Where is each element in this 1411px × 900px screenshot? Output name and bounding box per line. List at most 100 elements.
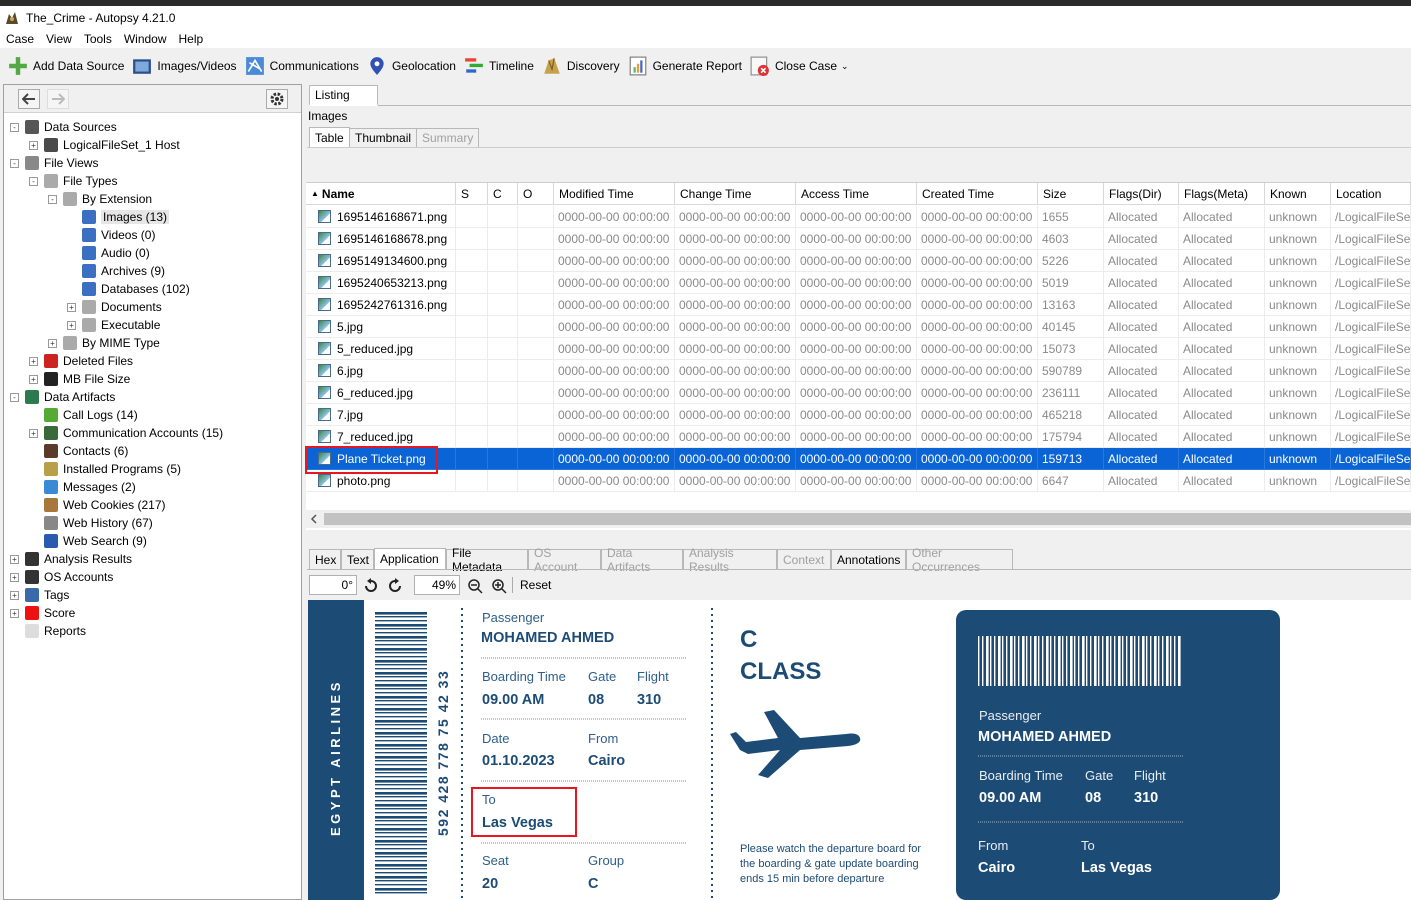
tree-item-deleted-files[interactable]: + Deleted Files bbox=[29, 352, 133, 370]
toolbar-images-videos-button[interactable]: Images/Videos bbox=[132, 56, 237, 76]
tree-item-by-mime-type[interactable]: + By MIME Type bbox=[48, 334, 160, 352]
tree-item-installed-programs[interactable]: Installed Programs (5) bbox=[29, 460, 181, 478]
tree-item-messages[interactable]: Messages (2) bbox=[29, 478, 136, 496]
toolbar-generate-report-button[interactable]: Generate Report bbox=[628, 56, 742, 76]
tree-item-documents[interactable]: + Documents bbox=[67, 298, 162, 316]
expand-icon[interactable]: + bbox=[29, 374, 38, 384]
tab-hex[interactable]: Hex bbox=[309, 549, 341, 569]
collapse-icon[interactable]: - bbox=[48, 194, 57, 204]
menu-tools[interactable]: Tools bbox=[78, 32, 118, 46]
scrollbar-thumb[interactable] bbox=[324, 513, 1411, 525]
tree-item-images[interactable]: Images (13) bbox=[67, 208, 170, 226]
menu-view[interactable]: View bbox=[40, 32, 78, 46]
tree-item-videos[interactable]: Videos (0) bbox=[67, 226, 155, 244]
menu-case[interactable]: Case bbox=[0, 32, 40, 46]
column-header-name[interactable]: ▲ Name bbox=[306, 183, 456, 205]
tab-table[interactable]: Table bbox=[309, 127, 350, 147]
rotate-left-icon[interactable] bbox=[362, 577, 380, 595]
zoom-in-icon[interactable] bbox=[490, 577, 508, 595]
tree-item-mb-file-size[interactable]: + MB File Size bbox=[29, 370, 130, 388]
toolbar-communications-button[interactable]: Communications bbox=[245, 56, 359, 76]
expand-icon[interactable]: + bbox=[48, 338, 57, 348]
tab-analysis-results[interactable]: Analysis Results bbox=[683, 546, 777, 574]
column-header-s[interactable]: S bbox=[456, 183, 488, 205]
collapse-icon[interactable]: - bbox=[10, 122, 19, 132]
toolbar-timeline-button[interactable]: Timeline bbox=[464, 56, 534, 76]
scroll-left-icon[interactable] bbox=[310, 514, 318, 524]
tree-item-web-history[interactable]: Web History (67) bbox=[29, 514, 153, 532]
toolbar-close-case-button[interactable]: Close Case ⌄ bbox=[750, 56, 849, 76]
menu-window[interactable]: Window bbox=[118, 32, 173, 46]
tab-summary[interactable]: Summary bbox=[416, 128, 480, 147]
toolbar-discovery-button[interactable]: Discovery bbox=[542, 56, 620, 76]
tree-item-contacts[interactable]: Contacts (6) bbox=[29, 442, 128, 460]
column-header-created-time[interactable]: Created Time bbox=[917, 183, 1038, 205]
column-header-access-time[interactable]: Access Time bbox=[796, 183, 917, 205]
tree-item-os-accounts[interactable]: + OS Accounts bbox=[10, 568, 113, 586]
tab-file-metadata[interactable]: File Metadata bbox=[446, 546, 528, 574]
tree-item-tags[interactable]: + Tags bbox=[10, 586, 69, 604]
collapse-icon[interactable]: - bbox=[10, 158, 19, 168]
toolbar-add-data-source-button[interactable]: Add Data Source bbox=[8, 56, 124, 76]
tree-item-reports[interactable]: Reports bbox=[10, 622, 86, 640]
tab-application[interactable]: Application bbox=[374, 548, 446, 569]
rotation-field[interactable]: 0° bbox=[309, 575, 357, 595]
chevron-down-icon[interactable]: ⌄ bbox=[841, 61, 849, 72]
forward-button[interactable] bbox=[47, 89, 69, 109]
collapse-icon[interactable]: - bbox=[10, 392, 19, 402]
tree-item-web-cookies[interactable]: Web Cookies (217) bbox=[29, 496, 166, 514]
zoom-out-icon[interactable] bbox=[466, 577, 484, 595]
tree-item-data-artifacts[interactable]: - Data Artifacts bbox=[10, 388, 115, 406]
back-button[interactable] bbox=[18, 89, 40, 109]
column-header-flags-meta-[interactable]: Flags(Meta) bbox=[1179, 183, 1265, 205]
tab-text[interactable]: Text bbox=[341, 549, 374, 569]
tree-item-web-search[interactable]: Web Search (9) bbox=[29, 532, 147, 550]
tab-data-artifacts[interactable]: Data Artifacts bbox=[601, 546, 683, 574]
rotate-right-icon[interactable] bbox=[386, 577, 404, 595]
expand-icon[interactable]: + bbox=[10, 590, 19, 600]
tree-node-icon bbox=[44, 372, 58, 386]
tree-item-score[interactable]: + Score bbox=[10, 604, 75, 622]
tab-listing[interactable]: Listing bbox=[309, 85, 378, 106]
tree-item-executable[interactable]: + Executable bbox=[67, 316, 160, 334]
column-header-size[interactable]: Size bbox=[1038, 183, 1104, 205]
expand-icon[interactable]: + bbox=[10, 554, 19, 564]
tab-other-occurrences[interactable]: Other Occurrences bbox=[906, 546, 1013, 574]
expand-icon[interactable]: + bbox=[29, 356, 38, 366]
column-header-modified-time[interactable]: Modified Time bbox=[554, 183, 675, 205]
column-header-c[interactable]: C bbox=[488, 183, 518, 205]
column-header-o[interactable]: O bbox=[518, 183, 554, 205]
tree-item-file-types[interactable]: - File Types bbox=[29, 172, 117, 190]
toolbar-geolocation-button[interactable]: Geolocation bbox=[367, 56, 456, 76]
collapse-icon[interactable]: - bbox=[29, 176, 38, 186]
tree-item-audio[interactable]: Audio (0) bbox=[67, 244, 150, 262]
tree-item-analysis-results[interactable]: + Analysis Results bbox=[10, 550, 132, 568]
tree-item-logicalfileset-1-host[interactable]: + LogicalFileSet_1 Host bbox=[29, 136, 180, 154]
column-header-change-time[interactable]: Change Time bbox=[675, 183, 796, 205]
tree-item-databases[interactable]: Databases (102) bbox=[67, 280, 190, 298]
tab-annotations[interactable]: Annotations bbox=[831, 549, 906, 569]
tree-item-file-views[interactable]: - File Views bbox=[10, 154, 98, 172]
expand-icon[interactable]: + bbox=[29, 140, 38, 150]
reset-button[interactable]: Reset bbox=[520, 578, 551, 592]
tree-item-archives[interactable]: Archives (9) bbox=[67, 262, 165, 280]
tree-item-communication-accounts[interactable]: + Communication Accounts (15) bbox=[29, 424, 223, 442]
horizontal-scrollbar[interactable] bbox=[306, 510, 1411, 528]
tab-os-account[interactable]: OS Account bbox=[528, 546, 601, 574]
tree-settings-button[interactable] bbox=[266, 89, 288, 109]
expand-icon[interactable]: + bbox=[67, 320, 76, 330]
tab-thumbnail[interactable]: Thumbnail bbox=[349, 128, 418, 147]
tab-context[interactable]: Context bbox=[777, 549, 831, 569]
expand-icon[interactable]: + bbox=[10, 572, 19, 582]
tree-item-by-extension[interactable]: - By Extension bbox=[48, 190, 152, 208]
expand-icon[interactable]: + bbox=[29, 428, 38, 438]
zoom-field[interactable]: 49% bbox=[414, 575, 460, 595]
tree-item-data-sources[interactable]: - Data Sources bbox=[10, 118, 117, 136]
column-header-flags-dir-[interactable]: Flags(Dir) bbox=[1104, 183, 1179, 205]
menu-help[interactable]: Help bbox=[173, 32, 210, 46]
tree-item-call-logs[interactable]: Call Logs (14) bbox=[29, 406, 138, 424]
column-header-location[interactable]: Location bbox=[1331, 183, 1411, 205]
column-header-known[interactable]: Known bbox=[1265, 183, 1331, 205]
expand-icon[interactable]: + bbox=[67, 302, 76, 312]
expand-icon[interactable]: + bbox=[10, 608, 19, 618]
